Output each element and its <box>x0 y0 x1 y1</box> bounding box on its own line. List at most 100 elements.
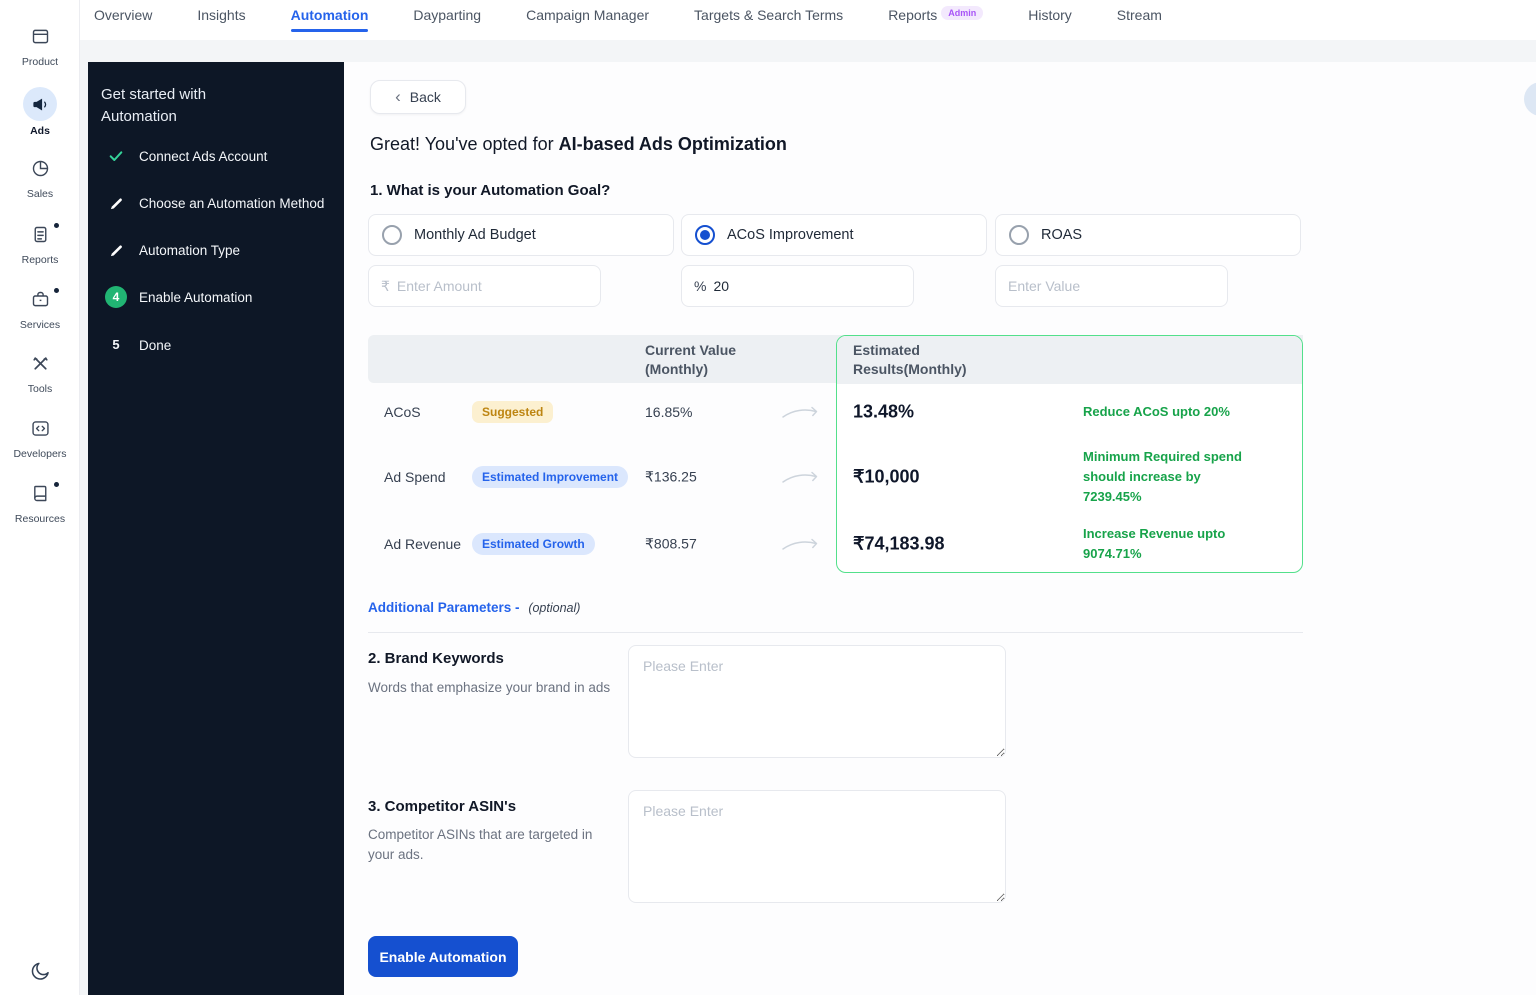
step-label: Enable Automation <box>139 290 252 305</box>
roas-value-input[interactable] <box>1008 278 1215 294</box>
estimated-value-acos: 13.48% <box>853 402 914 423</box>
estimated-results-table: Current Value (Monthly) Estimated Result… <box>368 335 1303 573</box>
arrow-right-icon <box>782 469 820 485</box>
sidebar-item-product[interactable]: Product <box>0 26 80 68</box>
tab-label: History <box>1028 7 1072 23</box>
admin-badge: Admin <box>941 6 983 20</box>
notification-dot <box>54 223 59 228</box>
tab-overview[interactable]: Overview <box>94 0 152 40</box>
step-label: Done <box>139 338 171 353</box>
reports-document-icon <box>30 224 51 245</box>
arrow-right-icon <box>782 404 820 420</box>
tab-insights[interactable]: Insights <box>197 0 245 40</box>
back-label: Back <box>410 89 441 105</box>
rail-label: Ads <box>0 125 80 137</box>
tab-stream[interactable]: Stream <box>1117 0 1162 40</box>
sidebar-item-resources[interactable]: Resources <box>0 483 80 525</box>
sidebar-item-developers[interactable]: Developers <box>0 418 80 460</box>
brand-keywords-title: 2. Brand Keywords <box>368 650 504 667</box>
radio-unselected-icon[interactable] <box>1009 225 1029 245</box>
step-done[interactable]: 5 Done <box>88 330 344 360</box>
sidebar-item-services[interactable]: Services <box>0 289 80 331</box>
radio-unselected-icon[interactable] <box>382 225 402 245</box>
sidebar-item-sales[interactable]: Sales <box>0 158 80 200</box>
tab-label: Targets & Search Terms <box>694 7 843 23</box>
services-briefcase-icon <box>30 289 51 310</box>
tab-label: Insights <box>197 7 245 23</box>
pencil-icon <box>103 196 129 211</box>
col-header-current-value: Current Value (Monthly) <box>645 341 765 379</box>
tab-reports[interactable]: Reports Admin <box>888 0 983 40</box>
chevron-left-icon: ‹ <box>395 88 401 105</box>
tab-label: Dayparting <box>413 7 481 23</box>
step-label: Connect Ads Account <box>139 149 267 164</box>
rail-label: Product <box>0 56 80 68</box>
step-enable-automation[interactable]: 4 Enable Automation <box>88 282 344 312</box>
section-divider <box>368 632 1303 633</box>
tab-label: Campaign Manager <box>526 7 649 23</box>
brand-keywords-textarea[interactable] <box>628 645 1006 758</box>
brand-keywords-subtitle: Words that emphasize your brand in ads <box>368 678 610 698</box>
active-tab-underline <box>291 29 369 32</box>
tab-automation[interactable]: Automation <box>291 0 369 40</box>
developers-code-icon <box>30 418 51 439</box>
enable-automation-button[interactable]: Enable Automation <box>368 936 518 977</box>
back-button[interactable]: ‹ Back <box>370 80 466 114</box>
step-label: Choose an Automation Method <box>139 196 324 211</box>
metric-label-acos: ACoS <box>384 404 421 420</box>
tab-history[interactable]: History <box>1028 0 1072 40</box>
radio-selected-icon[interactable] <box>695 225 715 245</box>
step-number: 4 <box>105 286 127 308</box>
note-acos: Reduce ACoS upto 20% <box>1083 402 1261 422</box>
metric-label-ad-revenue: Ad Revenue <box>384 536 461 552</box>
rail-label: Reports <box>0 254 80 266</box>
tab-targets-search-terms[interactable]: Targets & Search Terms <box>694 0 843 40</box>
tab-label: Reports <box>888 7 937 23</box>
page-title-prefix: Great! You've opted for <box>370 134 559 154</box>
goal-option-label: Monthly Ad Budget <box>414 227 536 243</box>
percent-prefix: % <box>694 278 706 294</box>
main-content: ‹ Back Great! You've opted for AI-based … <box>344 62 1536 995</box>
product-icon <box>30 26 51 47</box>
goal-option-label: ACoS Improvement <box>727 227 854 243</box>
monthly-budget-input[interactable] <box>397 278 588 294</box>
competitor-asins-textarea[interactable] <box>628 790 1006 903</box>
estimated-improvement-badge: Estimated Improvement <box>472 466 628 488</box>
step-number-badge: 4 <box>103 286 129 308</box>
dark-mode-toggle[interactable] <box>28 960 51 983</box>
additional-parameters: Additional Parameters - (optional) <box>368 600 580 615</box>
step-choose-automation-method[interactable]: Choose an Automation Method <box>88 188 344 218</box>
step-label: Automation Type <box>139 243 240 258</box>
resources-book-icon <box>30 483 51 504</box>
tab-campaign-manager[interactable]: Campaign Manager <box>526 0 649 40</box>
acos-target-input[interactable] <box>713 278 901 294</box>
step-automation-type[interactable]: Automation Type <box>88 235 344 265</box>
rail-label: Resources <box>0 513 80 525</box>
stepper-title-line2: Automation <box>101 106 206 128</box>
tab-label: Stream <box>1117 7 1162 23</box>
roas-value-input-box[interactable] <box>995 265 1228 307</box>
monthly-budget-input-box[interactable]: ₹ <box>368 265 601 307</box>
stepper-title-line1: Get started with <box>101 84 206 106</box>
top-nav: Overview Insights Automation Dayparting … <box>80 0 1536 40</box>
active-circle <box>23 87 57 121</box>
notification-dot <box>54 482 59 487</box>
tab-dayparting[interactable]: Dayparting <box>413 0 481 40</box>
optional-label: (optional) <box>528 601 580 615</box>
additional-parameters-link[interactable]: Additional Parameters - <box>368 600 520 615</box>
tab-label: Automation <box>291 7 369 23</box>
goal-option-monthly-ad-budget[interactable]: Monthly Ad Budget <box>368 214 674 256</box>
sidebar-item-tools[interactable]: Tools <box>0 353 80 395</box>
step-connect-ads-account[interactable]: Connect Ads Account <box>88 141 344 171</box>
automation-stepper-panel: Get started with Automation Connect Ads … <box>88 62 344 995</box>
page-title-bold: AI-based Ads Optimization <box>559 134 787 154</box>
rupee-prefix: ₹ <box>381 278 390 295</box>
acos-target-input-box[interactable]: % <box>681 265 914 307</box>
goal-option-roas[interactable]: ROAS <box>995 214 1301 256</box>
notification-dot <box>54 288 59 293</box>
sidebar-item-reports[interactable]: Reports <box>0 224 80 266</box>
goal-option-acos-improvement[interactable]: ACoS Improvement <box>681 214 987 256</box>
note-ad-spend: Minimum Required spend should increase b… <box>1083 447 1261 507</box>
sidebar-item-ads[interactable]: Ads <box>0 87 80 137</box>
sales-pie-icon <box>30 158 51 179</box>
